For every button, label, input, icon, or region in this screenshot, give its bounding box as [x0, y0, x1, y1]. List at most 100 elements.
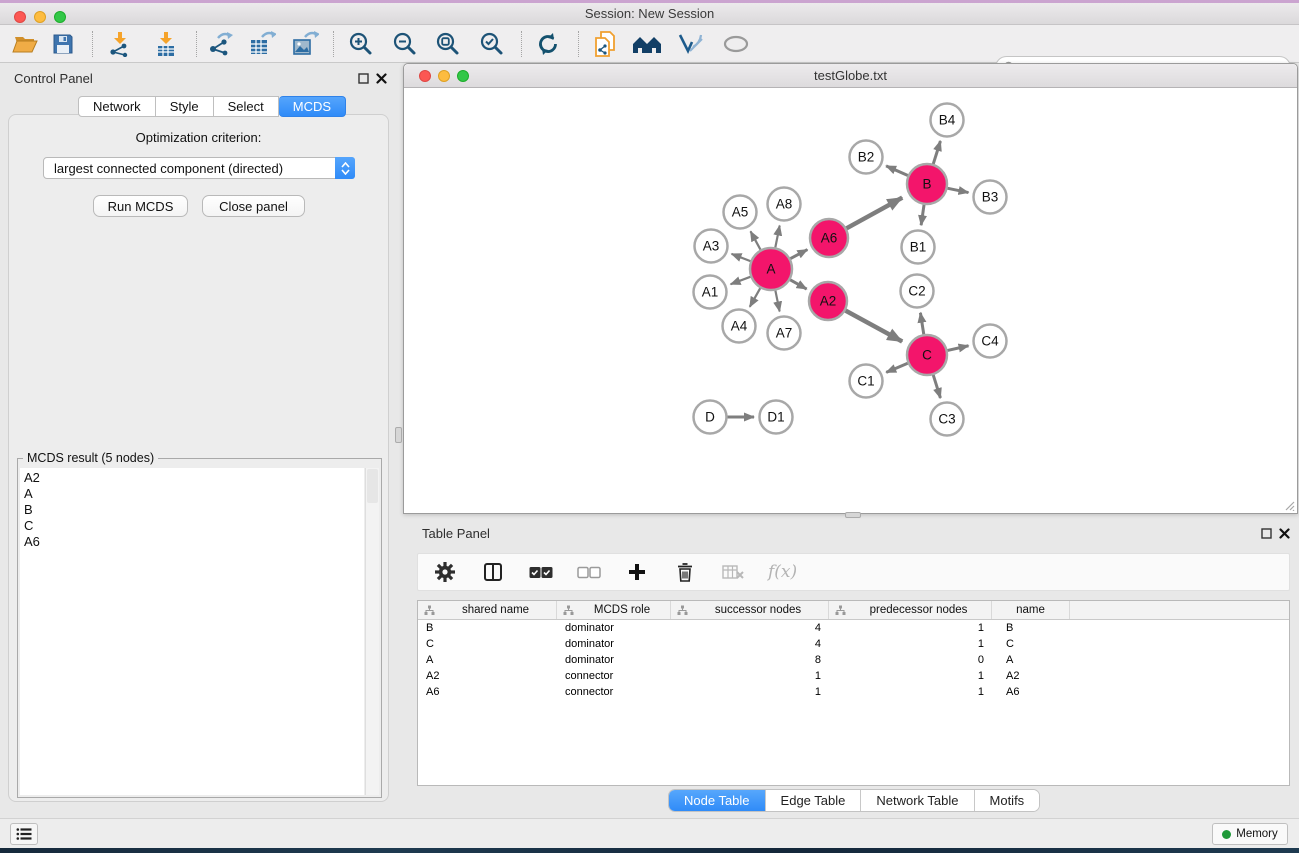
mcds-result-item[interactable]: A	[24, 486, 364, 502]
export-table-button[interactable]	[245, 30, 279, 58]
save-session-button[interactable]	[46, 30, 80, 58]
graph-edge-A-A6[interactable]	[790, 250, 808, 260]
graph-edge-B-B1[interactable]	[921, 204, 924, 225]
scrollbar-thumb[interactable]	[367, 469, 378, 503]
graph-node-C3[interactable]: C3	[931, 403, 964, 436]
tab-motifs[interactable]: Motifs	[974, 790, 1040, 811]
graph-node-A2[interactable]: A2	[809, 282, 847, 320]
tab-mcds[interactable]: MCDS	[279, 96, 346, 117]
vertical-splitter-handle[interactable]	[395, 427, 402, 443]
graph-node-C[interactable]: C	[907, 335, 947, 375]
tab-style[interactable]: Style	[156, 96, 214, 117]
zoom-in-button[interactable]	[344, 30, 378, 58]
graph-node-B1[interactable]: B1	[902, 231, 935, 264]
open-file-button[interactable]	[8, 30, 42, 58]
graph-edge-B-B4[interactable]	[933, 141, 940, 165]
tab-network[interactable]: Network	[78, 96, 156, 117]
graph-edge-A2-C[interactable]	[845, 310, 903, 341]
table-row[interactable]: A2connector11A2	[418, 668, 1289, 684]
graph-node-B3[interactable]: B3	[974, 181, 1007, 214]
column-header-successor-nodes[interactable]: successor nodes	[671, 601, 829, 619]
tab-select[interactable]: Select	[214, 96, 279, 117]
graph-node-C4[interactable]: C4	[974, 325, 1007, 358]
clone-network-button[interactable]	[589, 30, 623, 58]
graph-node-B2[interactable]: B2	[850, 141, 883, 174]
horizontal-splitter-handle[interactable]	[845, 512, 861, 518]
export-image-button[interactable]	[288, 30, 322, 58]
graph-edge-A6-B[interactable]	[846, 198, 903, 229]
graph-edge-C-C3[interactable]	[933, 374, 940, 398]
mcds-result-item[interactable]: A2	[24, 470, 364, 486]
column-header-mcds-role[interactable]: MCDS role	[557, 601, 671, 619]
delete-column-button[interactable]	[672, 562, 698, 582]
graph-edge-A-A1[interactable]	[731, 276, 752, 284]
deselect-all-columns-button[interactable]	[576, 566, 602, 579]
graph-edge-A-A3[interactable]	[732, 254, 752, 262]
float-panel-icon[interactable]	[358, 73, 369, 84]
graph-node-C1[interactable]: C1	[850, 365, 883, 398]
graph-node-D[interactable]: D	[694, 401, 727, 434]
graph-node-A1[interactable]: A1	[694, 276, 727, 309]
graph-edge-B-B3[interactable]	[947, 188, 969, 193]
graph-node-A[interactable]: A	[750, 248, 792, 290]
graph-edge-A-A5[interactable]	[751, 231, 761, 250]
column-header-predecessor-nodes[interactable]: predecessor nodes	[829, 601, 992, 619]
graph-node-A4[interactable]: A4	[723, 310, 756, 343]
table-row[interactable]: A6connector11A6	[418, 684, 1289, 700]
graph-node-B[interactable]: B	[907, 164, 947, 204]
zoom-selected-button[interactable]	[475, 30, 509, 58]
graph-node-A6[interactable]: A6	[810, 219, 848, 257]
export-network-button[interactable]	[203, 30, 237, 58]
graph-edge-A-A2[interactable]	[789, 279, 806, 289]
graph-node-B4[interactable]: B4	[931, 104, 964, 137]
zoom-out-button[interactable]	[388, 30, 422, 58]
graph-edge-B-B2[interactable]	[886, 166, 909, 176]
tab-network-table[interactable]: Network Table	[860, 790, 973, 811]
mcds-result-list[interactable]: A2ABCA6	[20, 468, 364, 795]
import-network-button[interactable]	[103, 30, 137, 58]
refresh-layout-button[interactable]	[531, 30, 565, 58]
graph-edge-A-A8[interactable]	[775, 226, 780, 249]
float-table-panel-icon[interactable]	[1261, 528, 1272, 539]
show-all-networks-button[interactable]	[630, 30, 664, 58]
graph-node-D1[interactable]: D1	[760, 401, 793, 434]
graph-edge-A-A7[interactable]	[775, 290, 779, 312]
network-canvas[interactable]: B4 B2 B B3 A8 A5 A6 A3 B1 A C2 A1 A2 A4 A7 C4 C C1 D D1 C3	[404, 88, 1297, 513]
graph-edge-C-C4[interactable]	[947, 346, 969, 351]
mcds-result-item[interactable]: C	[24, 518, 364, 534]
column-header-shared-name[interactable]: shared name	[418, 601, 557, 619]
close-panel-icon[interactable]	[376, 73, 387, 84]
import-table-button[interactable]	[149, 30, 183, 58]
graph-edge-A-A4[interactable]	[750, 287, 761, 307]
graph-node-A5[interactable]: A5	[724, 196, 757, 229]
graph-node-A7[interactable]: A7	[768, 317, 801, 350]
memory-button[interactable]: Memory	[1212, 823, 1288, 845]
optimization-criterion-select[interactable]: largest connected component (directed)	[43, 157, 355, 179]
tab-edge-table[interactable]: Edge Table	[765, 790, 861, 811]
mcds-result-item[interactable]: B	[24, 502, 364, 518]
table-row[interactable]: Cdominator41C	[418, 636, 1289, 652]
show-columns-button[interactable]	[480, 562, 506, 582]
task-history-button[interactable]	[10, 823, 38, 845]
column-header-name[interactable]: name	[992, 601, 1070, 619]
tab-node-table[interactable]: Node Table	[669, 790, 765, 811]
close-panel-button[interactable]: Close panel	[202, 195, 305, 217]
graph-edge-C-C2[interactable]	[920, 313, 924, 336]
table-row[interactable]: Adominator80A	[418, 652, 1289, 668]
create-column-button[interactable]	[624, 563, 650, 581]
mcds-list-scrollbar[interactable]	[365, 468, 379, 795]
hide-graphics-details-button[interactable]	[673, 30, 707, 58]
graph-node-C2[interactable]: C2	[901, 275, 934, 308]
graph-node-A8[interactable]: A8	[768, 188, 801, 221]
run-mcds-button[interactable]: Run MCDS	[93, 195, 188, 217]
graph-node-A3[interactable]: A3	[695, 230, 728, 263]
network-window-titlebar[interactable]: testGlobe.txt	[404, 64, 1297, 88]
zoom-fit-button[interactable]	[431, 30, 465, 58]
mcds-result-item[interactable]: A6	[24, 534, 364, 550]
table-settings-button[interactable]	[432, 561, 458, 583]
graph-edge-C-C1[interactable]	[886, 363, 908, 373]
close-table-panel-icon[interactable]	[1279, 528, 1290, 539]
show-graphics-details-button[interactable]	[719, 30, 753, 58]
resize-grip[interactable]	[1283, 499, 1295, 511]
table-row[interactable]: Bdominator41B	[418, 620, 1289, 636]
